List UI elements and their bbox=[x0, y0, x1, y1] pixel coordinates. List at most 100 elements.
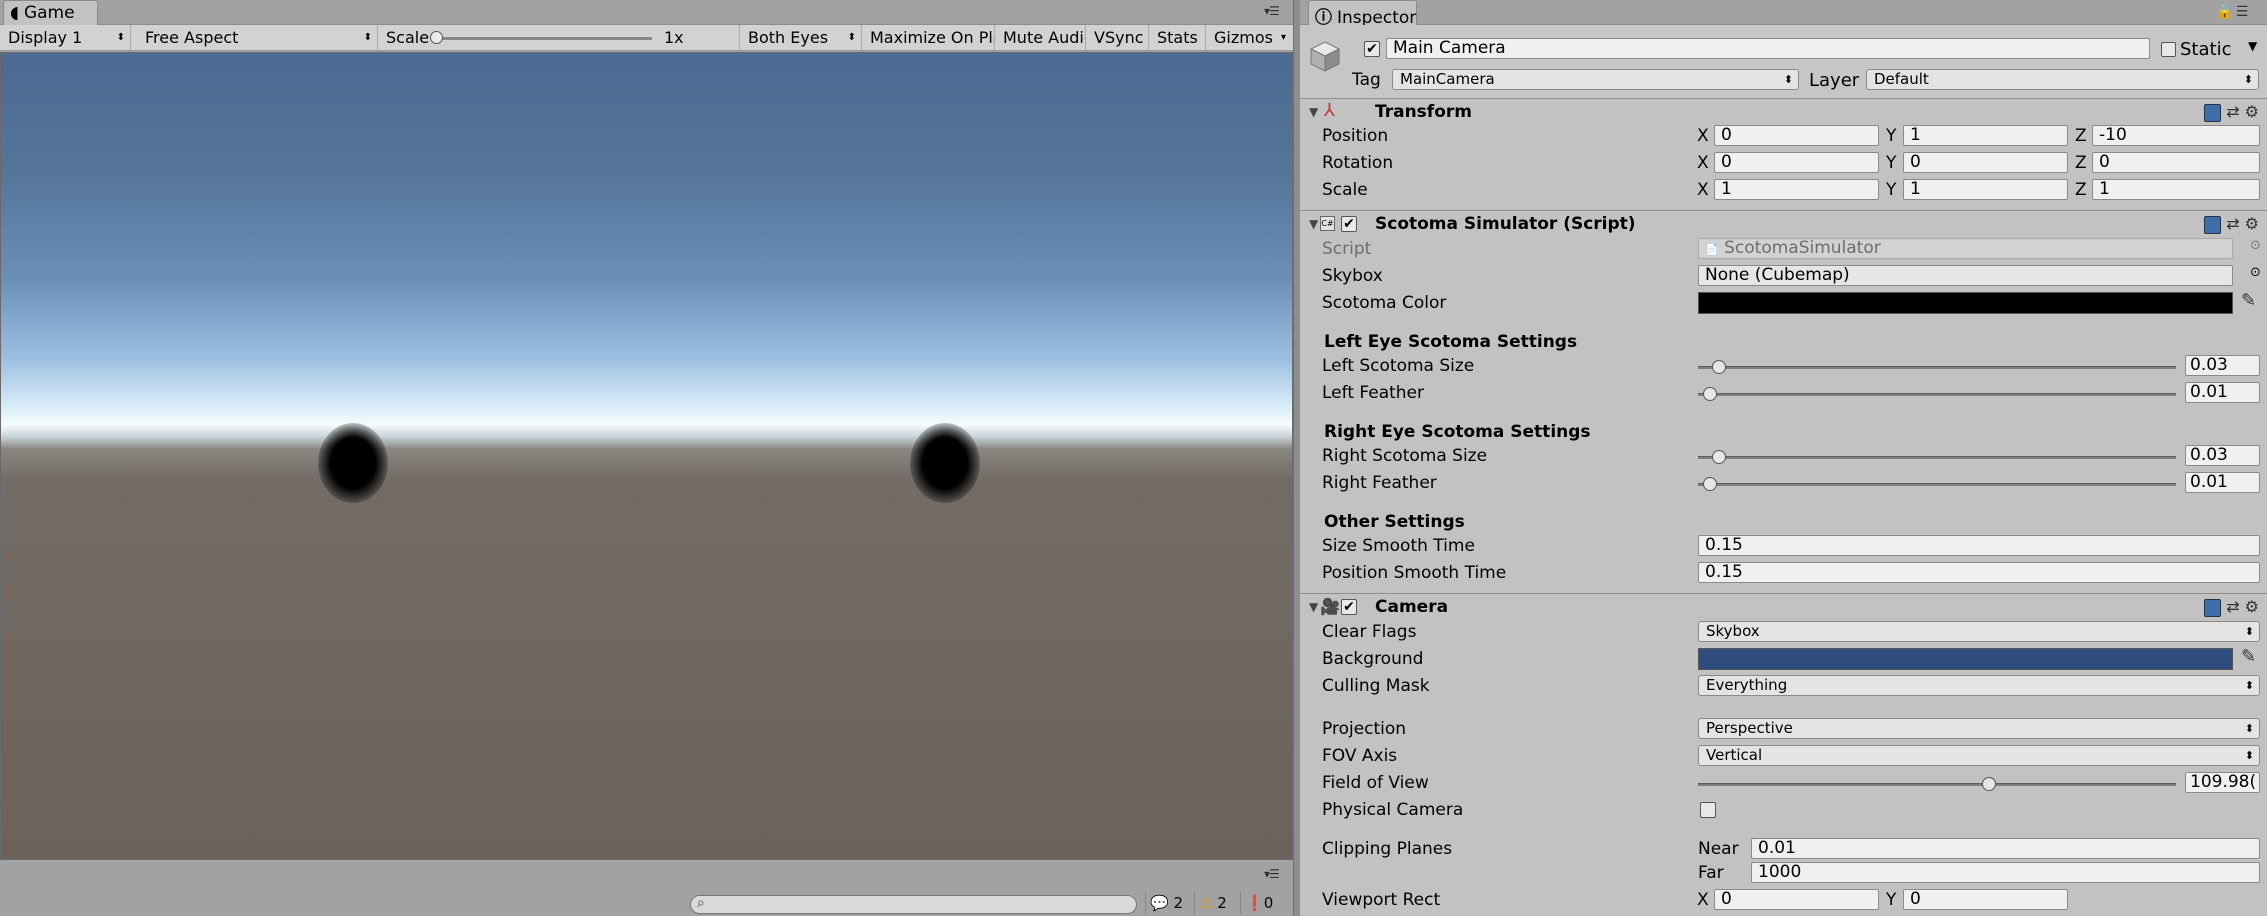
info-count: 2 bbox=[1173, 894, 1184, 912]
tab-inspector[interactable]: ⓘ Inspector bbox=[1308, 0, 1417, 28]
help-book-icon[interactable] bbox=[2204, 598, 2222, 617]
foldout-arrow-icon[interactable]: ▼ bbox=[1309, 217, 1318, 231]
right-feather-field[interactable]: 0.01 bbox=[2185, 472, 2260, 493]
near-label: Near bbox=[1698, 839, 1739, 859]
console-menu-icon[interactable]: ▾☰ bbox=[1264, 867, 1280, 881]
static-dropdown-arrow-icon[interactable]: ▼ bbox=[2248, 39, 2257, 53]
right-feather-value: 0.01 bbox=[2190, 472, 2228, 492]
panel-menu-icon[interactable]: ▾☰ bbox=[1264, 4, 1280, 18]
scale-slider-track[interactable] bbox=[434, 37, 652, 40]
position-x-field[interactable]: 0 bbox=[1714, 125, 1879, 146]
camera-enabled-checkbox[interactable]: ✔ bbox=[1341, 599, 1357, 615]
object-picker-icon[interactable]: ⊙ bbox=[2250, 238, 2261, 253]
maximize-on-play-toggle[interactable]: Maximize On Play bbox=[862, 25, 995, 51]
left-size-slider-thumb[interactable] bbox=[1712, 360, 1726, 374]
aspect-dropdown[interactable]: Free Aspect ⬍ bbox=[137, 25, 378, 51]
right-size-field[interactable]: 0.03 bbox=[2185, 445, 2260, 466]
fov-slider-thumb[interactable] bbox=[1982, 777, 1996, 791]
gear-icon[interactable]: ⚙ bbox=[2245, 214, 2259, 233]
transform-title: Transform bbox=[1375, 102, 1472, 122]
vsync-toggle[interactable]: VSync bbox=[1086, 25, 1149, 51]
left-feather-field[interactable]: 0.01 bbox=[2185, 382, 2260, 403]
console-search-field[interactable]: ⌕ bbox=[690, 895, 1137, 914]
rotation-z-value: 0 bbox=[2099, 152, 2110, 172]
gear-icon[interactable]: ⚙ bbox=[2245, 102, 2259, 121]
camera-title: Camera bbox=[1375, 597, 1449, 617]
eyedropper-icon[interactable]: ✎ bbox=[2241, 290, 2256, 311]
scale-y-field[interactable]: 1 bbox=[1903, 179, 2068, 200]
skybox-value: None (Cubemap) bbox=[1705, 265, 1850, 285]
scotoma-title: Scotoma Simulator (Script) bbox=[1375, 214, 1636, 234]
help-book-icon[interactable] bbox=[2204, 215, 2222, 234]
rotation-x-field[interactable]: 0 bbox=[1714, 152, 1879, 173]
gameobject-active-checkbox[interactable]: ✔ bbox=[1364, 41, 1380, 57]
physical-camera-checkbox[interactable] bbox=[1700, 802, 1716, 818]
gameobject-name-field[interactable]: Main Camera bbox=[1386, 38, 2150, 59]
fov-axis-dropdown[interactable]: Vertical ⬍ bbox=[1698, 745, 2260, 766]
position-y-field[interactable]: 1 bbox=[1903, 125, 2068, 146]
preset-icon[interactable]: ⇄ bbox=[2226, 214, 2239, 233]
left-size-field[interactable]: 0.03 bbox=[2185, 355, 2260, 376]
console-error-toggle[interactable]: ❗0 bbox=[1240, 892, 1273, 914]
viewport-x-field[interactable]: 0 bbox=[1714, 889, 1879, 910]
right-size-slider-track[interactable] bbox=[1698, 456, 2176, 459]
game-viewport[interactable] bbox=[0, 52, 1293, 860]
scotoma-color-swatch[interactable] bbox=[1698, 292, 2233, 314]
right-size-slider-thumb[interactable] bbox=[1712, 450, 1726, 464]
stereo-dropdown[interactable]: Both Eyes ⬍ bbox=[740, 25, 862, 51]
static-checkbox[interactable] bbox=[2161, 42, 2176, 57]
gear-icon[interactable]: ⚙ bbox=[2245, 597, 2259, 616]
foldout-arrow-icon[interactable]: ▼ bbox=[1309, 600, 1318, 614]
left-feather-slider-thumb[interactable] bbox=[1703, 387, 1717, 401]
scotoma-enabled-checkbox[interactable]: ✔ bbox=[1341, 216, 1357, 232]
viewport-y-field[interactable]: 0 bbox=[1903, 889, 2068, 910]
clear-flags-dropdown[interactable]: Skybox ⬍ bbox=[1698, 621, 2260, 642]
display-dropdown[interactable]: Display 1 ⬍ bbox=[0, 25, 131, 51]
axis-x-label: X bbox=[1697, 180, 1709, 200]
fov-field[interactable]: 109.98( bbox=[2185, 772, 2260, 793]
left-feather-slider-track[interactable] bbox=[1698, 393, 2176, 396]
gizmos-dropdown[interactable]: Gizmos ▾ bbox=[1206, 25, 1293, 51]
left-eye-section-header: Left Eye Scotoma Settings bbox=[1324, 332, 1578, 352]
console-info-toggle[interactable]: 💬 2 bbox=[1145, 892, 1183, 914]
size-smooth-field[interactable]: 0.15 bbox=[1698, 535, 2260, 556]
culling-mask-dropdown[interactable]: Everything ⬍ bbox=[1698, 675, 2260, 696]
scale-slider-thumb[interactable] bbox=[430, 31, 443, 44]
layer-dropdown[interactable]: Default ⬍ bbox=[1866, 69, 2259, 90]
preset-icon[interactable]: ⇄ bbox=[2226, 597, 2239, 616]
projection-dropdown[interactable]: Perspective ⬍ bbox=[1698, 718, 2260, 739]
culling-mask-label: Culling Mask bbox=[1322, 676, 1430, 696]
background-color-swatch[interactable] bbox=[1698, 648, 2233, 670]
scale-z-field[interactable]: 1 bbox=[2092, 179, 2260, 200]
left-size-slider-track[interactable] bbox=[1698, 366, 2176, 369]
fov-slider-track[interactable] bbox=[1698, 783, 2176, 786]
near-field[interactable]: 0.01 bbox=[1751, 838, 2260, 859]
mute-audio-toggle[interactable]: Mute Audio bbox=[995, 25, 1086, 51]
position-z-field[interactable]: -10 bbox=[2092, 125, 2260, 146]
right-feather-slider-thumb[interactable] bbox=[1703, 477, 1717, 491]
tag-dropdown[interactable]: MainCamera ⬍ bbox=[1392, 69, 1799, 90]
far-field[interactable]: 1000 bbox=[1751, 862, 2260, 883]
tab-game[interactable]: ◖ Game bbox=[3, 0, 98, 25]
skybox-field[interactable]: None (Cubemap) bbox=[1698, 265, 2233, 286]
console-warning-toggle[interactable]: ⚠ 2 bbox=[1194, 892, 1227, 914]
transform-component-header[interactable]: ▼ ⅄ Transform ⇄ ⚙ bbox=[1300, 98, 2267, 125]
rotation-y-field[interactable]: 0 bbox=[1903, 152, 2068, 173]
rotation-z-field[interactable]: 0 bbox=[2092, 152, 2260, 173]
right-feather-slider-track[interactable] bbox=[1698, 483, 2176, 486]
stats-toggle[interactable]: Stats bbox=[1149, 25, 1206, 51]
updown-arrow-icon: ⬍ bbox=[2244, 679, 2254, 692]
object-picker-icon[interactable]: ⊙ bbox=[2250, 265, 2261, 280]
foldout-arrow-icon[interactable]: ▼ bbox=[1309, 105, 1318, 119]
clear-flags-label: Clear Flags bbox=[1322, 622, 1417, 642]
tab-game-label: Game bbox=[23, 3, 75, 23]
scotoma-component-header[interactable]: ▼ C# ✔ Scotoma Simulator (Script) ⇄ ⚙ bbox=[1300, 210, 2267, 237]
eyedropper-icon[interactable]: ✎ bbox=[2241, 646, 2256, 667]
preset-icon[interactable]: ⇄ bbox=[2226, 102, 2239, 121]
position-smooth-field[interactable]: 0.15 bbox=[1698, 562, 2260, 583]
camera-component-header[interactable]: ▼ 🎥 ✔ Camera ⇄ ⚙ bbox=[1300, 593, 2267, 620]
scale-x-field[interactable]: 1 bbox=[1714, 179, 1879, 200]
help-book-icon[interactable] bbox=[2204, 103, 2222, 122]
panel-divider[interactable] bbox=[1293, 0, 1300, 916]
lock-icon[interactable]: 🔒 ☰ bbox=[2216, 4, 2248, 20]
